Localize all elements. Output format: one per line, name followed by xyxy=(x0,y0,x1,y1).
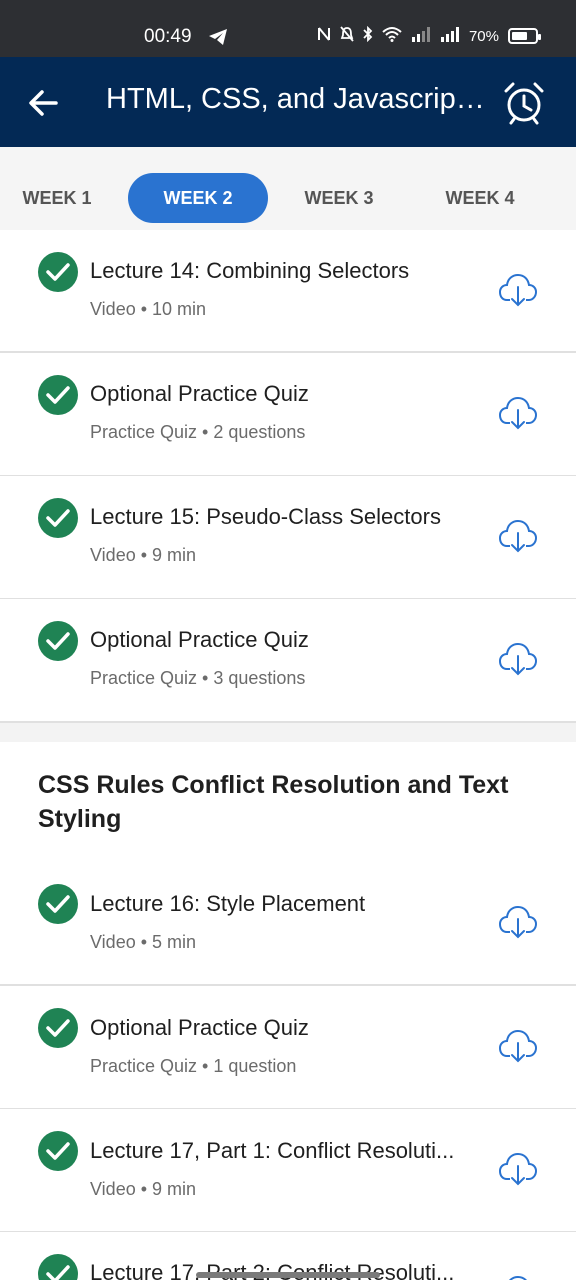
item-subtitle: Video • 5 min xyxy=(90,932,197,952)
cloud-download-icon[interactable] xyxy=(498,1149,538,1189)
arrow-left-icon xyxy=(29,90,58,116)
app-bar: HTML, CSS, and Javascript f... xyxy=(0,57,576,147)
cloud-download-icon[interactable] xyxy=(498,270,538,310)
cloud-download-icon[interactable] xyxy=(498,639,538,679)
check-circle-icon xyxy=(38,375,78,415)
battery-icon xyxy=(508,28,541,44)
list-item[interactable]: Optional Practice Quiz Practice Quiz • 2… xyxy=(0,353,576,477)
item-subtitle: Practice Quiz • 1 question xyxy=(90,1056,297,1076)
list-item[interactable]: Lecture 17, Part 1: Conflict Resoluti...… xyxy=(0,1109,576,1233)
battery-fill xyxy=(512,32,527,40)
signal-icon xyxy=(411,26,431,46)
item-subtitle: Practice Quiz • 2 questions xyxy=(90,422,306,442)
list-item[interactable]: Lecture 16: Style Placement Video • 5 mi… xyxy=(0,862,576,986)
check-circle-icon xyxy=(38,1131,78,1171)
course-title: HTML, CSS, and Javascript f... xyxy=(106,83,486,115)
item-subtitle: Practice Quiz • 3 questions xyxy=(90,668,306,688)
check-circle-icon xyxy=(38,252,78,292)
item-title: Optional Practice Quiz xyxy=(90,627,309,652)
check-circle-icon xyxy=(38,621,78,661)
signal-icon-2 xyxy=(440,26,460,46)
back-button[interactable] xyxy=(26,85,64,121)
list-item[interactable]: Optional Practice Quiz Practice Quiz • 1… xyxy=(0,986,576,1110)
tab-week-1[interactable]: WEEK 1 xyxy=(0,173,127,223)
item-subtitle: Video • 9 min xyxy=(90,1179,197,1199)
status-time: 00:49 xyxy=(144,26,192,47)
bluetooth-icon xyxy=(363,25,373,46)
section-divider xyxy=(0,722,576,742)
tab-week-2[interactable]: WEEK 2 xyxy=(128,173,268,223)
item-title: Optional Practice Quiz xyxy=(90,1015,309,1040)
nfc-icon xyxy=(317,26,331,46)
item-title: Optional Practice Quiz xyxy=(90,381,309,406)
mute-icon xyxy=(340,26,354,46)
cloud-download-icon[interactable] xyxy=(498,516,538,556)
status-bar: 00:49 70% xyxy=(0,0,576,57)
check-circle-icon xyxy=(38,884,78,924)
check-circle-icon xyxy=(38,1254,78,1280)
alarm-clock-icon xyxy=(504,82,544,125)
alarm-button[interactable] xyxy=(502,81,546,125)
check-circle-icon xyxy=(38,498,78,538)
tab-week-4[interactable]: WEEK 4 xyxy=(410,173,550,223)
list-item[interactable]: Optional Practice Quiz Practice Quiz • 3… xyxy=(0,599,576,723)
telegram-icon xyxy=(208,28,228,51)
home-indicator[interactable] xyxy=(196,1272,380,1278)
list-item[interactable]: Lecture 15: Pseudo-Class Selectors Video… xyxy=(0,476,576,600)
item-title: Lecture 16: Style Placement xyxy=(90,891,366,916)
cloud-download-icon[interactable] xyxy=(498,902,538,942)
battery-percent: 70% xyxy=(468,27,499,45)
status-icons: 70% xyxy=(317,25,541,46)
item-title: Lecture 15: Pseudo-Class Selectors xyxy=(90,504,441,529)
tab-week-3[interactable]: WEEK 3 xyxy=(269,173,409,223)
item-title: Lecture 14: Combining Selectors xyxy=(90,258,410,283)
item-subtitle: Video • 10 min xyxy=(90,299,207,319)
check-circle-icon xyxy=(38,1008,78,1048)
cloud-download-icon[interactable] xyxy=(498,1272,538,1280)
section-title: CSS Rules Conflict Resolution and Text S… xyxy=(38,771,509,833)
cloud-download-icon[interactable] xyxy=(498,1026,538,1066)
item-title: Lecture 17, Part 1: Conflict Resoluti... xyxy=(90,1138,455,1163)
wifi-icon xyxy=(382,26,402,46)
item-subtitle: Video • 9 min xyxy=(90,545,197,565)
list-item[interactable]: Lecture 14: Combining Selectors Video • … xyxy=(0,230,576,353)
cloud-download-icon[interactable] xyxy=(498,393,538,433)
